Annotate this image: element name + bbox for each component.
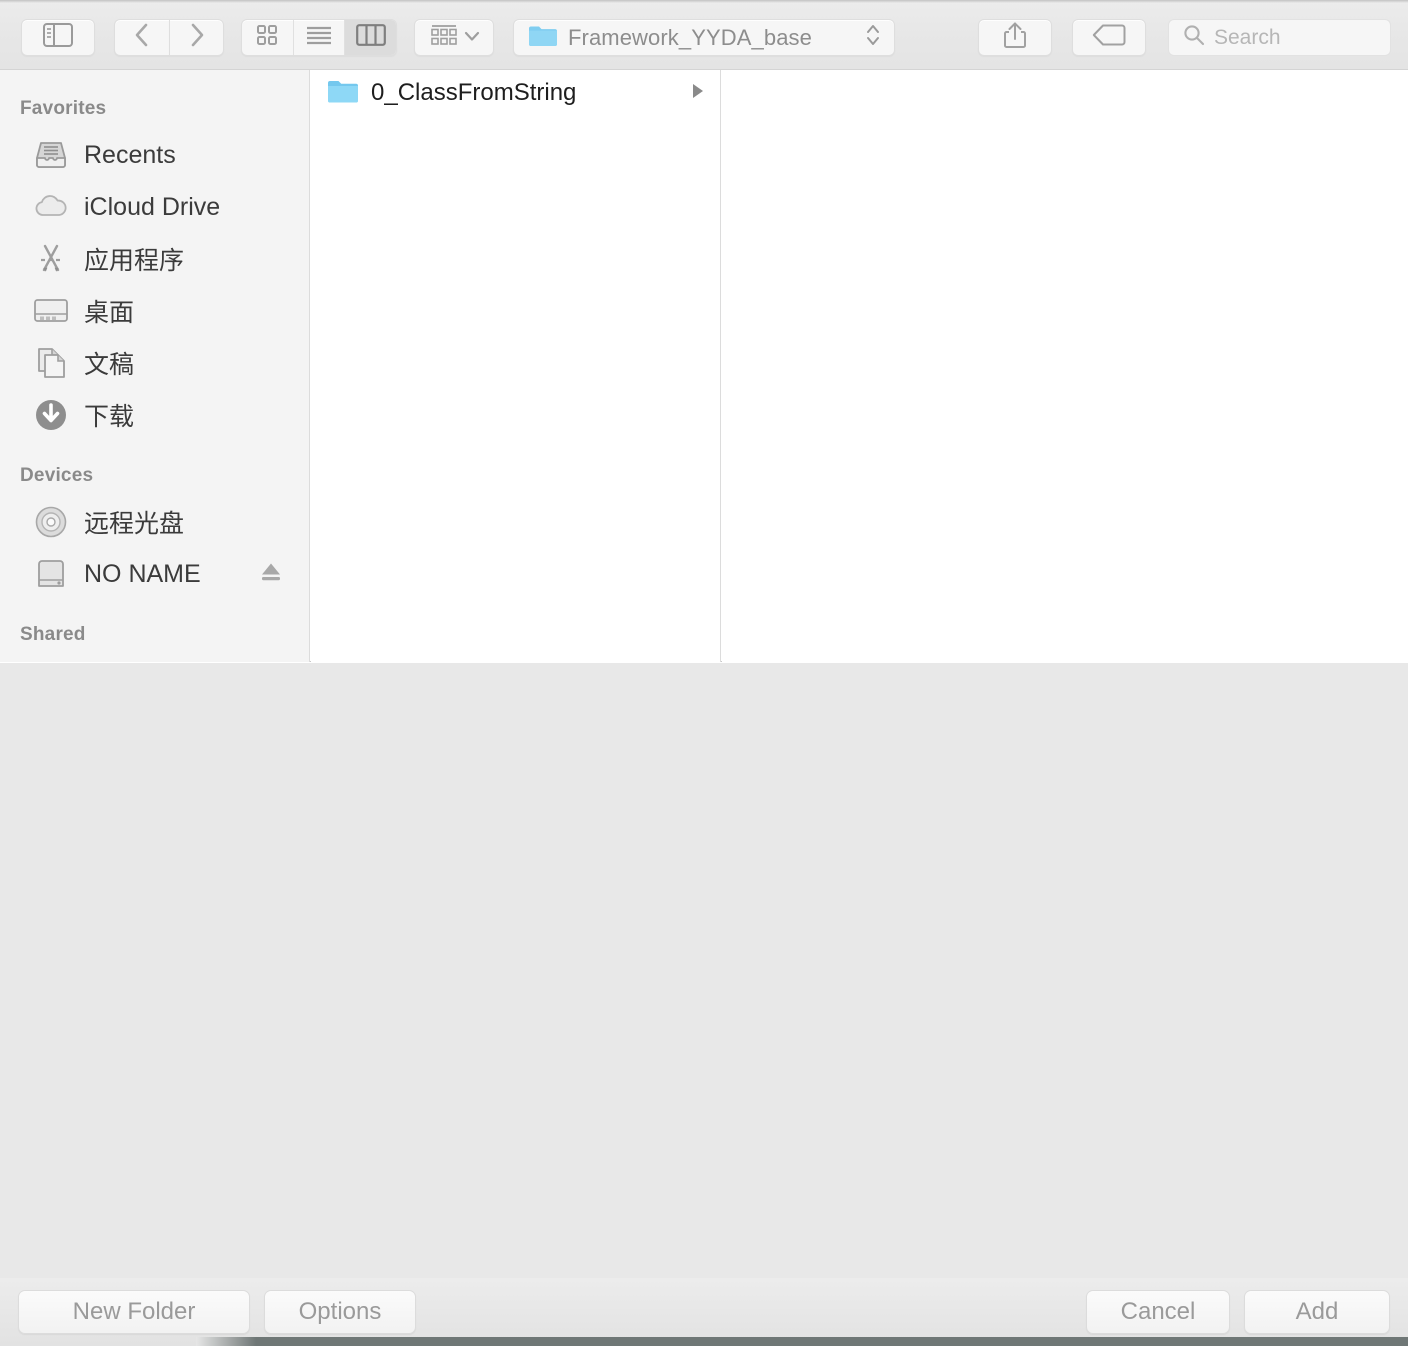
sidebar-toggle-icon <box>43 23 73 52</box>
documents-icon <box>32 344 70 382</box>
file-browser: Favorites Recents iCloud Drive 应用程序 桌面 文… <box>0 70 1408 662</box>
browser-column-2[interactable] <box>722 70 1408 662</box>
view-mode-icon-grid[interactable] <box>242 20 294 55</box>
sidebar-item-label: 下载 <box>84 402 135 431</box>
updown-stepper-icon <box>866 22 880 53</box>
search-placeholder: Search <box>1214 25 1281 49</box>
cancel-button[interactable]: Cancel <box>1086 1290 1230 1334</box>
share-icon <box>1003 21 1027 54</box>
sidebar-item-label: iCloud Drive <box>84 192 221 221</box>
sidebar-section-favorites-header: Favorites <box>20 98 107 119</box>
sidebar-item-desktop[interactable]: 桌面 <box>0 285 309 337</box>
share-button[interactable] <box>978 19 1052 56</box>
sidebar[interactable]: Favorites Recents iCloud Drive 应用程序 桌面 文… <box>0 70 310 662</box>
tag-button[interactable] <box>1072 19 1146 56</box>
sidebar-item-label: 桌面 <box>84 298 135 327</box>
desktop-background-strip <box>196 1337 1408 1346</box>
arrange-button[interactable] <box>414 19 494 56</box>
path-popup-button[interactable]: Framework_YYDA_base <box>513 19 895 56</box>
applications-icon <box>32 240 70 278</box>
sidebar-item-applications[interactable]: 应用程序 <box>0 233 309 285</box>
view-mode-group <box>241 19 397 56</box>
desktop-icon <box>32 292 70 330</box>
browser-column-1[interactable]: 0_ClassFromString <box>311 70 721 662</box>
icloud-icon <box>32 188 70 226</box>
folder-icon <box>327 78 359 109</box>
list-view-icon <box>305 25 333 50</box>
folder-icon <box>528 23 558 52</box>
chevron-left-icon <box>134 22 150 53</box>
chevron-right-icon[interactable] <box>690 82 706 105</box>
file-picker-dialog: Framework_YYDA_base Search Favorites Rec… <box>0 0 1408 1346</box>
sidebar-item-label: 应用程序 <box>84 246 185 275</box>
view-mode-column[interactable] <box>345 20 396 55</box>
downloads-icon <box>32 396 70 434</box>
chevron-right-icon <box>189 22 205 53</box>
forward-button[interactable] <box>169 19 224 56</box>
sidebar-item-icloud-drive[interactable]: iCloud Drive <box>0 181 309 233</box>
sidebar-item-remote-disc[interactable]: 远程光盘 <box>0 496 309 548</box>
remote-disc-icon <box>32 503 70 541</box>
sidebar-item-label: 文稿 <box>84 350 135 379</box>
hard-drive-icon <box>32 555 70 593</box>
list-item[interactable]: 0_ClassFromString <box>311 70 720 116</box>
search-input[interactable]: Search <box>1168 19 1391 56</box>
options-button[interactable]: Options <box>264 1290 416 1334</box>
sidebar-item-label: Recents <box>84 140 176 169</box>
arrange-by-icon <box>429 23 459 52</box>
sidebar-item-recents[interactable]: Recents <box>0 129 309 181</box>
list-item-label: 0_ClassFromString <box>371 79 577 106</box>
sidebar-item-downloads[interactable]: 下载 <box>0 389 309 441</box>
recents-icon <box>32 136 70 174</box>
sidebar-toggle-button[interactable] <box>21 19 95 56</box>
new-folder-button[interactable]: New Folder <box>18 1290 250 1334</box>
tag-icon <box>1092 24 1126 51</box>
chevron-down-icon <box>464 29 480 47</box>
sidebar-item-label: 远程光盘 <box>84 509 185 538</box>
sidebar-item-documents[interactable]: 文稿 <box>0 337 309 389</box>
view-mode-list[interactable] <box>294 20 346 55</box>
add-button[interactable]: Add <box>1244 1290 1390 1334</box>
sidebar-item-label: NO NAME <box>84 559 201 588</box>
toolbar-top-shadow <box>0 0 1408 3</box>
column-view-icon <box>355 24 386 51</box>
sidebar-item-no-name[interactable]: NO NAME <box>0 548 309 600</box>
sidebar-section-devices-header: Devices <box>20 465 94 486</box>
options-panel: Destination: Copy items if needed Added … <box>0 663 1408 1278</box>
sidebar-section-shared-header: Shared <box>20 624 86 645</box>
icon-view-icon <box>255 23 279 52</box>
search-icon <box>1183 24 1205 51</box>
desktop-strip-fade <box>196 1337 256 1346</box>
bottom-bar: New Folder Options Cancel Add <box>0 1278 1408 1346</box>
eject-icon[interactable] <box>259 562 283 587</box>
path-label: Framework_YYDA_base <box>568 24 812 50</box>
back-button[interactable] <box>114 19 169 56</box>
toolbar: Framework_YYDA_base Search <box>0 0 1408 70</box>
